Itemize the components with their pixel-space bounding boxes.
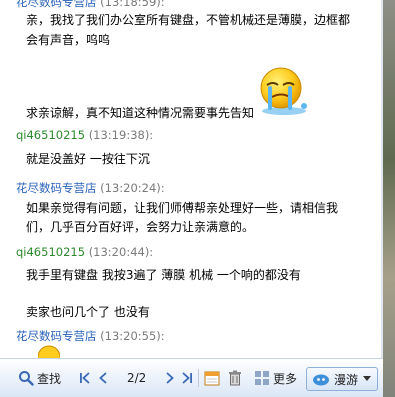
message-text: 我手里有键盘 我按3遍了 薄膜 机械 一个响的都没有 — [26, 268, 301, 282]
sender-name: 花尽数码专营店 — [16, 0, 97, 9]
first-page-icon — [80, 372, 90, 384]
message-time: (13:20:55): — [100, 329, 165, 343]
desktop-background-strip — [383, 0, 395, 397]
toolbar-divider — [198, 369, 199, 387]
message-header: 花尽数码专营店 (13:18:59): — [16, 0, 165, 10]
message-text: 亲，我找了我们办公室所有键盘，不管机械还是薄膜，边框都 — [26, 13, 351, 27]
message-header: qi46510215 (13:19:38): — [16, 128, 153, 142]
more-icon — [255, 371, 269, 385]
last-page-button[interactable] — [180, 368, 194, 388]
roam-button[interactable]: 漫游 — [306, 367, 379, 391]
message-text: 卖家也问几个了 也没有 — [26, 305, 150, 319]
message-time: (13:18:59): — [100, 0, 165, 9]
crying-face-emoji — [260, 67, 307, 115]
emoji-partial — [38, 345, 60, 358]
chat-history-panel[interactable]: 花尽数码专营店 (13:18:59): 亲，我找了我们办公室所有键盘，不管机械还… — [0, 0, 383, 358]
message-text: 们，几乎百分百好评，会努力让亲满意的。 — [26, 220, 255, 234]
last-page-icon — [182, 372, 192, 384]
sender-name: 花尽数码专营店 — [16, 181, 97, 195]
first-page-button[interactable] — [78, 368, 92, 388]
chevron-down-icon — [363, 376, 372, 381]
message-header: 花尽数码专营店 (13:20:55): — [16, 328, 165, 344]
next-page-icon — [166, 372, 174, 384]
next-page-button[interactable] — [164, 368, 176, 388]
message-time: (13:20:24): — [100, 181, 165, 195]
more-label: 更多 — [273, 371, 298, 386]
page-indicator-text: 2/2 — [127, 371, 147, 385]
message-text: 如果亲觉得有问题，让我们师傅帮亲处理好一些，请相信我 — [26, 201, 339, 215]
message-text: 求亲谅解，真不知道这种情况需要事先告知 — [26, 106, 255, 120]
prev-page-button[interactable] — [97, 368, 109, 388]
sender-name: qi46510215 — [16, 245, 86, 259]
prev-page-icon — [99, 372, 107, 384]
cloud-icon — [313, 374, 329, 386]
bottom-toolbar: 查找 2/2 更多 漫游 — [0, 358, 383, 397]
message-text: 就是没盖好 一按往下沉 — [26, 152, 150, 166]
delete-button[interactable] — [228, 368, 242, 388]
trash-icon — [229, 370, 241, 386]
message-text: 会有声音，呜呜 — [26, 33, 111, 47]
more-button[interactable]: 更多 — [254, 368, 297, 388]
search-icon — [19, 371, 34, 386]
calendar-icon — [204, 371, 220, 386]
message-header: 花尽数码专营店 (13:20:24): — [16, 180, 165, 196]
message-time: (13:20:44): — [88, 245, 154, 259]
page-indicator: 2/2 — [127, 368, 146, 388]
calendar-button[interactable] — [204, 368, 220, 388]
sender-name: qi46510215 — [16, 128, 86, 142]
sender-name: 花尽数码专营店 — [16, 329, 97, 343]
message-time: (13:19:38): — [88, 128, 154, 142]
search-label: 查找 — [37, 371, 62, 386]
message-header: qi46510215 (13:20:44): — [16, 245, 153, 259]
roam-label: 漫游 — [334, 372, 359, 387]
search-button[interactable]: 查找 — [18, 368, 61, 388]
